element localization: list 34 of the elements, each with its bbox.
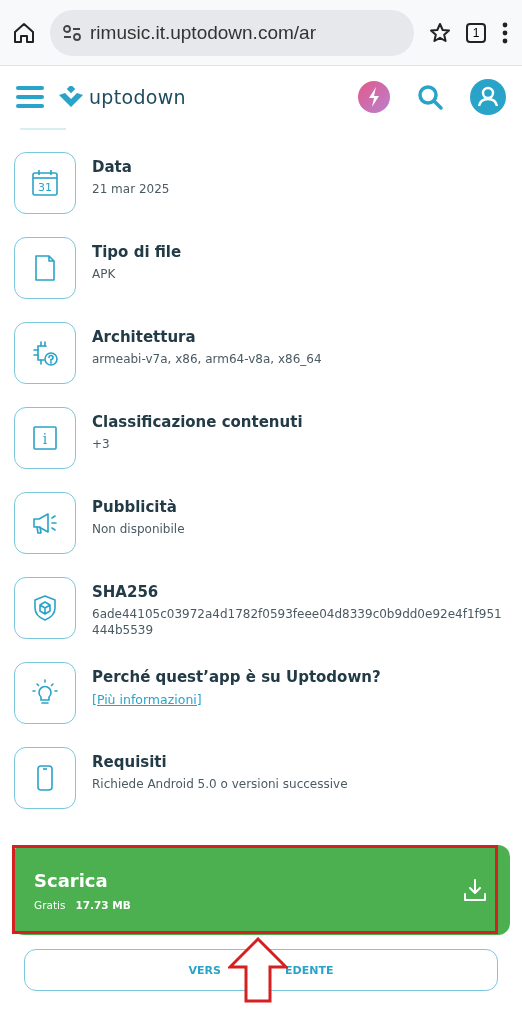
detail-value: +3 (92, 437, 111, 453)
detail-title: Classificazione contenuti (92, 413, 303, 431)
account-icon[interactable] (470, 79, 506, 115)
detail-value: 6ade44105c03972a4d1782f0593feee04d8339c0b9dd0e92e4f1f951 444b5539 (92, 607, 503, 639)
detail-value: Richiede Android 5.0 o versioni successive (92, 777, 348, 793)
star-icon[interactable] (428, 20, 452, 45)
lightning-icon[interactable] (358, 81, 390, 113)
search-icon[interactable] (416, 83, 444, 111)
price-label: Gratis (34, 898, 66, 911)
logo-icon (58, 86, 84, 108)
detail-value: 21 mar 2025 (92, 182, 170, 198)
file-size: 17.73 MB (75, 898, 131, 911)
chip-icon (30, 338, 60, 368)
detail-title: Data (92, 158, 133, 176)
address-bar[interactable]: rimusic.it.uptodown.com/ar (50, 9, 414, 56)
site-settings-icon[interactable] (62, 23, 82, 42)
download-icon (462, 877, 488, 903)
url-text: rimusic.it.uptodown.com/ar (90, 21, 316, 44)
detail-value: Non disponibile (92, 522, 185, 538)
detail-title: Architettura (92, 328, 197, 346)
menu-icon[interactable] (16, 85, 44, 109)
detail-title: SHA256 (92, 583, 160, 601)
more-options-icon[interactable] (500, 20, 510, 45)
detail-title: Perché quest’app è su Uptodown? (92, 668, 381, 686)
annotation-arrow (228, 937, 288, 1003)
home-icon[interactable] (12, 20, 36, 45)
detail-value: armeabi-v7a, x86, arm64-v8a, x86_64 (92, 352, 322, 368)
info-icon: i (30, 423, 60, 453)
detail-title: Requisiti (92, 753, 168, 771)
logo-text[interactable]: uptodown (89, 86, 186, 108)
detail-title: Tipo di file (92, 243, 182, 261)
detail-value: APK (92, 267, 117, 283)
detail-title: Pubblicità (92, 498, 178, 516)
tab-switcher-button[interactable]: 1 (466, 22, 486, 43)
